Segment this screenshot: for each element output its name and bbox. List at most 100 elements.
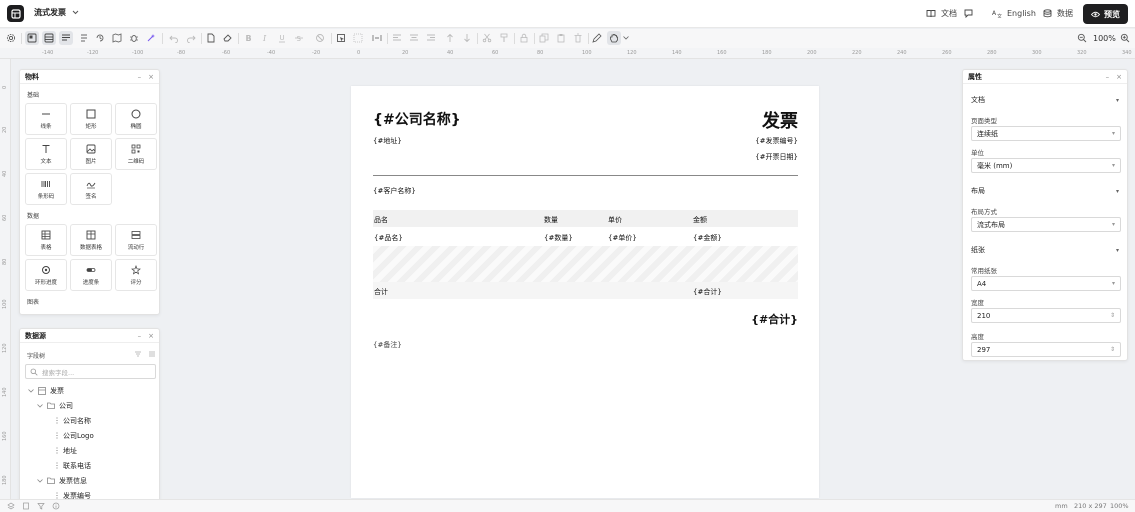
pen-icon[interactable] — [590, 31, 604, 45]
select-icon[interactable] — [334, 31, 348, 45]
layout-section-header[interactable]: 布局 ▾ — [971, 186, 1119, 196]
hand-icon[interactable] — [607, 31, 621, 45]
format-painter-icon[interactable] — [497, 31, 511, 45]
minimize-icon[interactable]: – — [138, 73, 142, 81]
material-tile[interactable]: 二维码 — [115, 138, 157, 170]
stepper-icon[interactable]: ⇕ — [1110, 312, 1115, 319]
material-tile[interactable]: 矩形 — [70, 103, 112, 135]
minimize-icon[interactable]: – — [1106, 73, 1110, 81]
table-total-row[interactable]: 合计 {#合计} — [373, 282, 798, 299]
align-bottom-icon[interactable] — [460, 31, 474, 45]
height-input[interactable]: 297 ⇕ — [971, 342, 1121, 357]
material-tile[interactable]: 评分 — [115, 259, 157, 291]
close-icon[interactable]: × — [148, 73, 154, 81]
material-tile[interactable]: 表格 — [25, 224, 67, 256]
material-tile[interactable]: 数据表格 — [70, 224, 112, 256]
bold-icon[interactable]: B — [241, 31, 255, 45]
cut-icon[interactable] — [480, 31, 494, 45]
layout-free-icon[interactable] — [25, 31, 39, 45]
chevron-down-icon[interactable] — [37, 403, 43, 408]
material-tile[interactable]: 流动行 — [115, 224, 157, 256]
stepper-icon[interactable]: ⇕ — [1110, 346, 1115, 353]
map-icon[interactable] — [110, 31, 124, 45]
tree-leaf-phone[interactable]: 联系电话 — [28, 458, 158, 473]
materials-panel-header[interactable]: 物料 – × — [20, 70, 159, 84]
comment-button[interactable] — [964, 5, 973, 22]
underline-icon[interactable]: U — [275, 31, 289, 45]
redo-icon[interactable] — [184, 31, 198, 45]
info-icon[interactable] — [52, 502, 60, 510]
collapse-all-icon[interactable] — [148, 350, 156, 358]
paper-common-select[interactable]: A4 ▾ — [971, 276, 1121, 291]
page-icon[interactable] — [22, 502, 30, 510]
chevron-down-icon[interactable] — [623, 36, 629, 40]
chevron-down-icon[interactable] — [28, 388, 34, 393]
list-icon[interactable] — [77, 31, 91, 45]
width-input[interactable]: 210 ⇕ — [971, 308, 1121, 323]
customer-field[interactable]: {#客户名称} — [373, 186, 416, 196]
invoice-page[interactable]: {#公司名称} 发票 {#地址} {#发票编号} {#开票日期} {#客户名称}… — [351, 86, 819, 498]
doc-section-header[interactable]: 文档 ▾ — [971, 95, 1119, 105]
properties-panel-header[interactable]: 属性 – × — [963, 70, 1127, 84]
material-tile[interactable]: 椭圆 — [115, 103, 157, 135]
table-header[interactable]: 品名 数量 单价 金额 — [373, 210, 798, 227]
material-tile[interactable]: 线条 — [25, 103, 67, 135]
material-tile[interactable]: 条形码 — [25, 173, 67, 205]
filter-icon[interactable] — [37, 502, 45, 510]
lock-icon[interactable] — [517, 31, 531, 45]
strikethrough-icon[interactable]: S — [292, 31, 306, 45]
field-search-input[interactable]: 搜索字段... — [42, 367, 74, 377]
tree-node-company[interactable]: 公司 — [28, 398, 158, 413]
material-tile[interactable]: 环形进度 — [25, 259, 67, 291]
company-name-field[interactable]: {#公司名称} — [373, 109, 461, 129]
no-format-icon[interactable] — [313, 31, 327, 45]
datasource-panel-header[interactable]: 数据源 – × — [20, 329, 159, 343]
app-logo-icon[interactable] — [7, 5, 24, 22]
invoice-no-field[interactable]: {#发票编号} — [755, 136, 798, 146]
material-tile[interactable]: 图片 — [70, 138, 112, 170]
material-tile[interactable]: 进度条 — [70, 259, 112, 291]
doc-button[interactable]: 文档 — [926, 5, 957, 22]
new-file-icon[interactable] — [204, 31, 218, 45]
tree-node-root[interactable]: 发票 — [28, 383, 158, 398]
align-right-icon[interactable] — [424, 31, 438, 45]
remark-field[interactable]: {#备注} — [373, 340, 402, 350]
history-icon[interactable] — [93, 31, 107, 45]
delete-icon[interactable] — [571, 31, 585, 45]
bug-icon[interactable] — [127, 31, 141, 45]
material-tile[interactable]: 签名 — [70, 173, 112, 205]
layers-icon[interactable] — [7, 502, 15, 510]
close-icon[interactable]: × — [1116, 73, 1122, 81]
unit-select[interactable]: 毫米 (mm) ▾ — [971, 158, 1121, 173]
template-selector[interactable]: 流式发票 — [34, 7, 79, 18]
align-left-icon[interactable] — [390, 31, 404, 45]
settings-icon[interactable] — [4, 31, 18, 45]
data-button[interactable]: 数据 — [1043, 5, 1073, 22]
grid-icon[interactable] — [351, 31, 365, 45]
align-center-icon[interactable] — [407, 31, 421, 45]
address-field[interactable]: {#地址} — [373, 136, 402, 146]
material-tile[interactable]: 文本 — [25, 138, 67, 170]
zoom-level[interactable]: 100% — [1093, 34, 1116, 43]
paper-section-header[interactable]: 纸张 ▾ — [971, 245, 1119, 255]
table-row[interactable]: {#品名} {#数量} {#单价} {#金额} — [373, 228, 798, 246]
language-button[interactable]: A文 English — [992, 5, 1036, 22]
grand-total-field[interactable]: {#合计} — [751, 311, 798, 327]
tree-leaf-address[interactable]: 地址 — [28, 443, 158, 458]
tree-leaf-company-logo[interactable]: 公司Logo — [28, 428, 158, 443]
undo-icon[interactable] — [167, 31, 181, 45]
zoom-in-icon[interactable] — [1118, 31, 1132, 45]
align-top-icon[interactable] — [443, 31, 457, 45]
magic-icon[interactable] — [144, 31, 158, 45]
tree-leaf-company-name[interactable]: 公司名称 — [28, 413, 158, 428]
snap-icon[interactable] — [370, 31, 384, 45]
sort-icon[interactable] — [134, 350, 142, 358]
field-search-box[interactable]: 搜索字段... — [25, 364, 156, 379]
preview-button[interactable]: 预览 — [1083, 4, 1128, 24]
chevron-down-icon[interactable] — [37, 478, 43, 483]
italic-icon[interactable]: I — [258, 31, 272, 45]
close-icon[interactable]: × — [148, 332, 154, 340]
invoice-title[interactable]: 发票 — [762, 107, 798, 133]
tree-node-invoice-info[interactable]: 发票信息 — [28, 473, 158, 488]
layout-mode-select[interactable]: 流式布局 ▾ — [971, 217, 1121, 232]
